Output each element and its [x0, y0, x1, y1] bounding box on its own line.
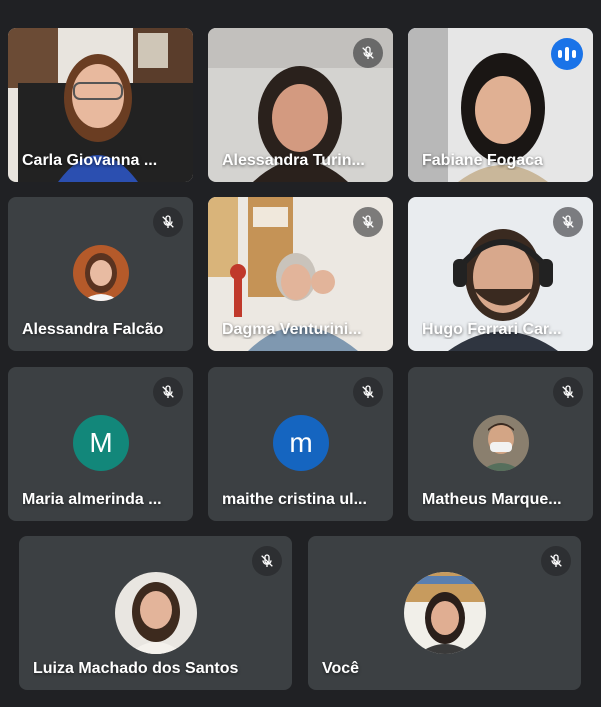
participant-name: Matheus Marque... — [422, 491, 562, 508]
participant-tile-self[interactable]: Você — [308, 536, 581, 690]
participant-tile-alessandra-turin[interactable]: Alessandra Turin... — [208, 28, 393, 182]
mic-off-icon — [353, 377, 383, 407]
participant-name: Alessandra Turin... — [222, 152, 365, 169]
participant-name: Maria almerinda ... — [22, 491, 162, 508]
participant-tile-hugo[interactable]: Hugo Ferrari Car... — [408, 197, 593, 351]
participant-name: Carla Giovanna ... — [22, 152, 158, 169]
participant-name: Alessandra Falcão — [22, 321, 164, 338]
participant-tile-matheus[interactable]: Matheus Marque... — [408, 367, 593, 521]
mic-off-icon — [353, 207, 383, 237]
participant-tile-carla[interactable]: Carla Giovanna ... — [8, 28, 193, 182]
participant-tile-alessandra-falcao[interactable]: Alessandra Falcão — [8, 197, 193, 351]
participant-name: Dagma Venturini... — [222, 321, 362, 338]
participant-tile-luiza[interactable]: Luiza Machado dos Santos — [19, 536, 292, 690]
avatar-initial: M — [89, 427, 113, 458]
mic-off-icon — [353, 38, 383, 68]
participant-name: Fabiane Fogaca — [422, 152, 543, 169]
avatar-initial: m — [289, 427, 313, 458]
participant-tile-maria[interactable]: M Maria almerinda ... — [8, 367, 193, 521]
mic-off-icon — [153, 377, 183, 407]
participant-name: Hugo Ferrari Car... — [422, 321, 562, 338]
participant-name: Luiza Machado dos Santos — [33, 660, 239, 677]
participant-name: Você — [322, 660, 360, 677]
mic-off-icon — [153, 207, 183, 237]
avatar — [404, 572, 486, 654]
avatar — [115, 572, 197, 654]
participant-tile-fabiane[interactable]: Fabiane Fogaca — [408, 28, 593, 182]
participant-tile-maithe[interactable]: m maithe cristina ul... — [208, 367, 393, 521]
participant-name: maithe cristina ul... — [222, 491, 367, 508]
mic-off-icon — [553, 207, 583, 237]
participant-tile-dagma[interactable]: Dagma Venturini... — [208, 197, 393, 351]
mic-off-icon — [541, 546, 571, 576]
speaking-indicator-icon — [551, 38, 583, 70]
avatar: M — [73, 415, 129, 471]
mic-off-icon — [553, 377, 583, 407]
avatar — [473, 415, 529, 471]
mic-off-icon — [252, 546, 282, 576]
avatar — [73, 245, 129, 301]
avatar: m — [273, 415, 329, 471]
